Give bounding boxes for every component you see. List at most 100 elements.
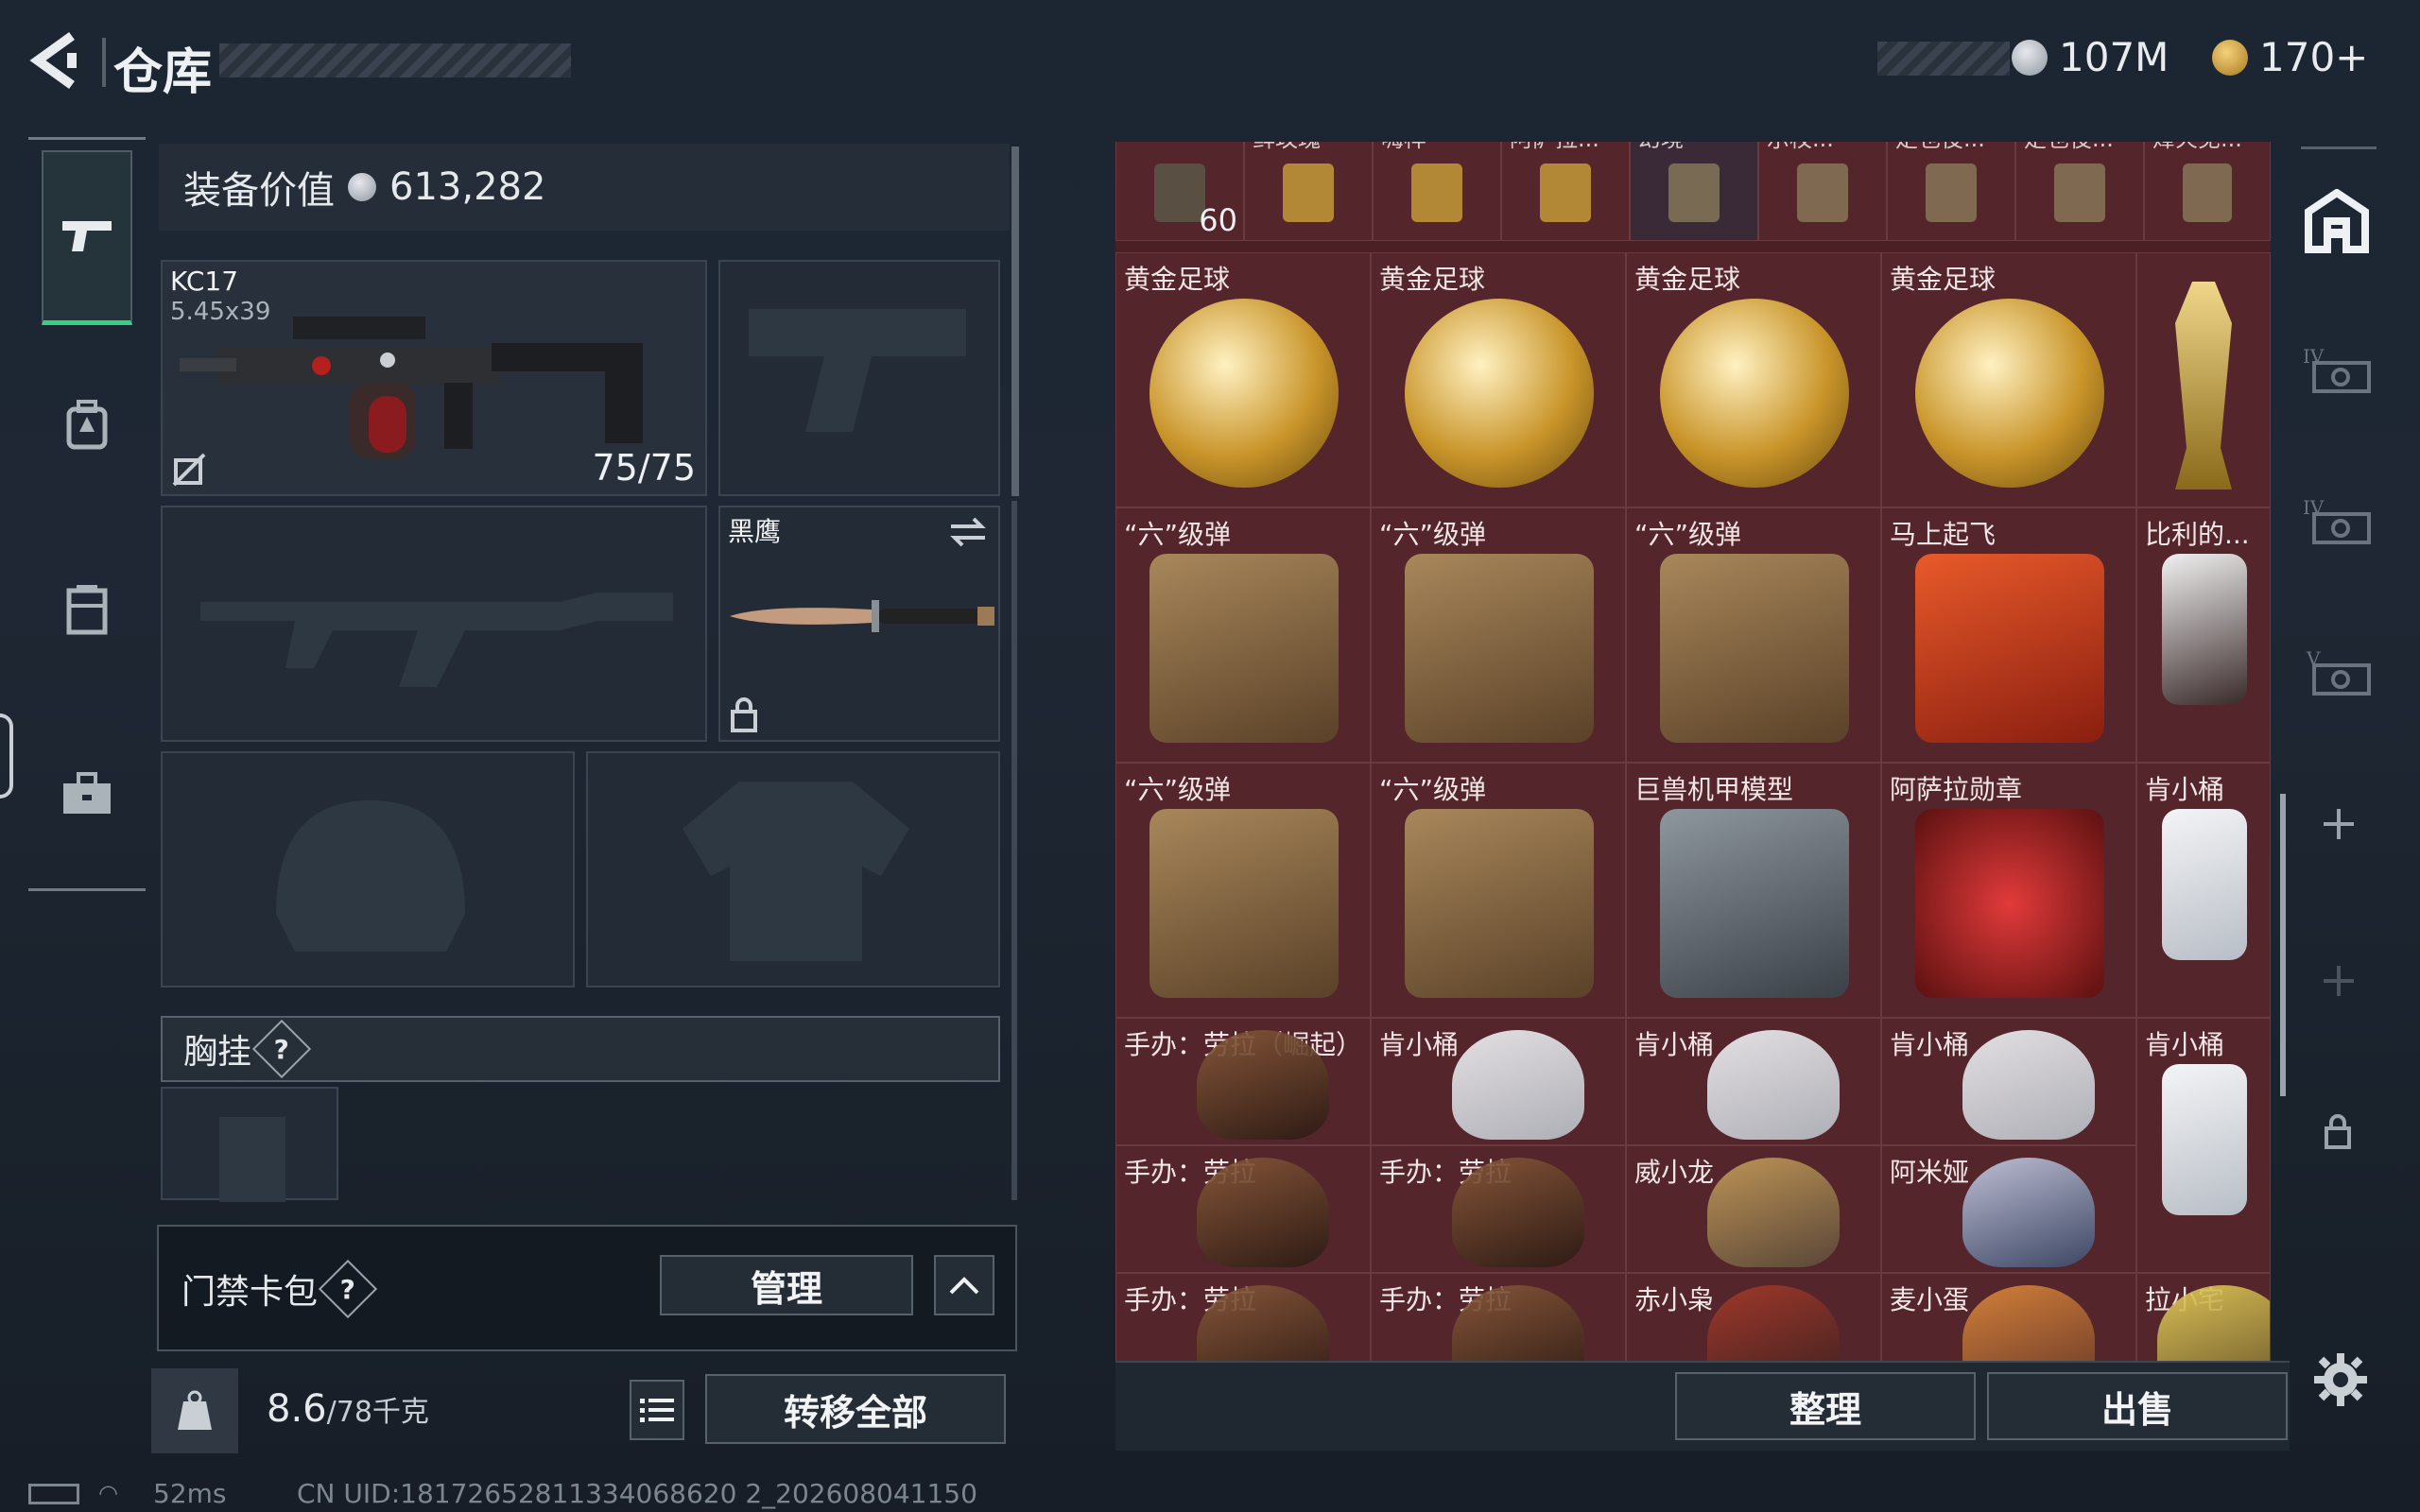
melee-slot[interactable]: 黑鹰 [718,506,1000,742]
ping-text: 52ms [153,1478,227,1509]
secondary-weapon-slot[interactable] [161,506,707,742]
stash-item-cell[interactable]: 手办：劳拉 [1371,1145,1626,1273]
stash-item-cell[interactable]: 黄金足球 [1881,252,2136,507]
tab-backpack[interactable] [42,373,132,477]
keycard-help-icon[interactable]: ? [318,1259,378,1319]
stash-item-cell[interactable]: 肯小桶 [1626,1018,1881,1145]
item-image [1915,299,2104,488]
stash-small-cell[interactable]: 阿萨拉... [1501,142,1630,241]
item-thumbnail [1154,163,1205,222]
item-image [2162,809,2247,960]
keycard-label: 门禁卡包 [182,1273,319,1312]
stash-item-cell[interactable]: 阿米娅 [1881,1145,2136,1273]
stash-item-cell[interactable]: 拉小宅 [2136,1273,2271,1361]
stash-small-cell[interactable]: 走也役... [2015,142,2144,241]
stash-small-cell[interactable]: 走也役... [1887,142,2015,241]
helmet-silhouette-icon [276,800,465,952]
item-label: “六”级弹 [1379,774,1487,805]
helmet-slot[interactable] [161,751,575,988]
weight-readout: 8.6/78千克 [267,1387,429,1431]
collapse-button[interactable] [934,1255,994,1315]
organize-button[interactable]: 整理 [1675,1372,1976,1440]
stash-item-cell[interactable]: “六”级弹 [1371,763,1626,1018]
tab-case[interactable] [42,742,132,846]
item-label: 黄金足球 [1634,264,1741,295]
stash-item-cell[interactable]: 阿萨拉勋章 [1881,763,2136,1018]
stash-small-cell[interactable]: 烽火见... [2144,142,2271,241]
armor-slot[interactable] [586,751,1000,988]
stash-small-cell[interactable]: 7.62x39 AP 60 [1115,142,1244,241]
primary-weapon-slot[interactable]: KC17 5.45x39 75/75 [161,260,707,496]
stash-item-cell[interactable]: 手办：劳拉 [1371,1273,1626,1361]
stash-item-cell[interactable]: 威小龙 [1626,1145,1881,1273]
equipment-scrollbar[interactable] [1011,146,1019,496]
pistol-slot[interactable] [718,260,1000,496]
item-label: 嗨样 [1381,142,1426,153]
back-button[interactable] [26,30,83,91]
item-thumbnail [1540,163,1591,222]
swap-icon[interactable] [947,515,989,549]
stash-small-cell[interactable]: 鲜玫瑰 [1244,142,1373,241]
item-image [1707,1158,1840,1267]
stash-item-cell[interactable]: 巨兽机甲模型 [1626,763,1881,1018]
uid-text: CN UID:18172652811334068620 2_2026080411… [297,1478,977,1509]
rail-top-line [28,137,146,140]
stash-item-cell[interactable]: “六”级弹 [1371,507,1626,763]
gear-icon [2314,1353,2367,1406]
equipment-scroll-track [1011,501,1017,1200]
stash-item-cell[interactable]: 黄金足球 [1115,252,1371,507]
chest-rig-help-icon[interactable]: ? [251,1019,312,1079]
stash-small-cell[interactable]: 幻境 [1630,142,1758,241]
add-stash-button[interactable] [2320,805,2358,847]
stash-item-cell[interactable]: 手办：劳拉 [1115,1273,1371,1361]
stash-tab-icon: IV [2303,345,2371,393]
stash-item-cell[interactable]: 麦小蛋 [1881,1273,2136,1361]
stash-small-cell[interactable]: 示校... [1758,142,1887,241]
list-icon [640,1399,674,1422]
stash-item-cell[interactable]: 马上起飞 [1881,507,2136,763]
stash-page-5-button[interactable]: V [2303,644,2375,705]
stash-cell-trophy[interactable] [2136,252,2271,507]
item-label: 麦小蛋 [1890,1284,1970,1315]
item-label: 比利的... [2145,519,2250,550]
stash-scrollbar[interactable] [2280,794,2286,1096]
item-thumbnail [1283,163,1334,222]
stash-item-cell[interactable]: 肯小桶 [2136,1018,2271,1273]
stash-item-cell[interactable]: 黄金足球 [1371,252,1626,507]
item-label: “六”级弹 [1634,519,1742,550]
tab-weapons[interactable] [42,150,132,325]
stash-item-cell[interactable]: 赤小枭 [1626,1273,1881,1361]
item-image [1915,554,2104,743]
stash-item-cell[interactable]: 手办：劳拉 [1115,1145,1371,1273]
stash-item-cell[interactable]: 肯小桶 [2136,763,2271,1018]
item-label: 赤小枭 [1634,1284,1715,1315]
stash-item-cell[interactable]: “六”级弹 [1115,763,1371,1018]
item-image [1405,554,1594,743]
stash-page-1-button[interactable] [2303,188,2371,259]
drawer-handle[interactable] [0,713,13,799]
stash-item-cell[interactable]: 肯小桶 [1881,1018,2136,1145]
stash-small-cell[interactable]: 嗨样 [1373,142,1501,241]
weight-icon-box [151,1368,238,1453]
settings-button[interactable] [2312,1351,2369,1412]
manage-button[interactable]: 管理 [660,1255,913,1315]
silver-currency[interactable]: 107M [2012,34,2169,80]
stash-page-4a-button[interactable]: IV [2303,342,2375,403]
sell-button[interactable]: 出售 [1987,1372,2288,1440]
item-image [1197,1158,1329,1267]
stash-item-cell[interactable]: “六”级弹 [1626,507,1881,763]
stash-item-cell[interactable]: 比利的... [2136,507,2271,763]
rifle-silhouette-icon [200,593,673,687]
gold-currency[interactable]: 170+ [2212,34,2368,80]
transfer-all-button[interactable]: 转移全部 [705,1374,1006,1444]
stash-item-cell[interactable]: 肯小桶 [1371,1018,1626,1145]
stash-item-cell[interactable]: 手办：劳拉（崛起） [1115,1018,1371,1145]
tab-vest[interactable] [42,558,132,662]
stash-page-4b-button[interactable]: IV [2303,493,2375,554]
list-view-button[interactable] [630,1380,684,1440]
item-image [1660,554,1849,743]
stash-item-cell[interactable]: 黄金足球 [1626,252,1881,507]
chest-rig-slot[interactable] [161,1087,338,1202]
stash-item-cell[interactable]: “六”级弹 [1115,507,1371,763]
plus-icon [2324,966,2354,996]
